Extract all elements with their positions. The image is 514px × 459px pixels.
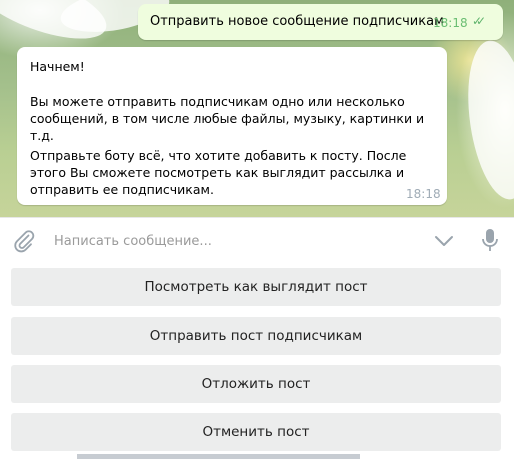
double-check-icon: ✓✓ — [472, 14, 486, 28]
message-input[interactable] — [54, 231, 414, 251]
message-time: 18:18 — [406, 187, 441, 201]
microphone-icon[interactable] — [480, 228, 500, 258]
chat-history[interactable]: Отправить новое сообщение подписчикам 18… — [0, 0, 514, 217]
message-paragraph: Начнем! — [30, 59, 85, 74]
message-time: 18:18 — [433, 16, 468, 30]
paperclip-icon[interactable] — [12, 229, 36, 257]
view-post-button[interactable]: Посмотреть как выглядит пост — [11, 268, 501, 306]
bottom-strip — [0, 454, 514, 459]
message-text: Отправить новое сообщение подписчикам — [150, 14, 444, 29]
message-paragraph: Отправьте боту всё, что хотите добавить … — [30, 148, 407, 197]
message-composer — [0, 217, 514, 263]
send-post-button[interactable]: Отправить пост подписчикам — [11, 317, 501, 355]
outgoing-message[interactable]: Отправить новое сообщение подписчикам 18… — [138, 4, 503, 40]
wallpaper-petal — [459, 36, 514, 204]
bot-keyboard: Посмотреть как выглядит пост Отправить п… — [0, 263, 514, 459]
incoming-message[interactable]: Начнем! Вы можете отправить подписчикам … — [17, 47, 447, 205]
chevron-down-icon[interactable] — [433, 231, 455, 255]
postpone-post-button[interactable]: Отложить пост — [11, 365, 501, 403]
message-paragraph: Вы можете отправить подписчикам одно или… — [30, 94, 425, 143]
cancel-post-button[interactable]: Отменить пост — [11, 413, 501, 451]
